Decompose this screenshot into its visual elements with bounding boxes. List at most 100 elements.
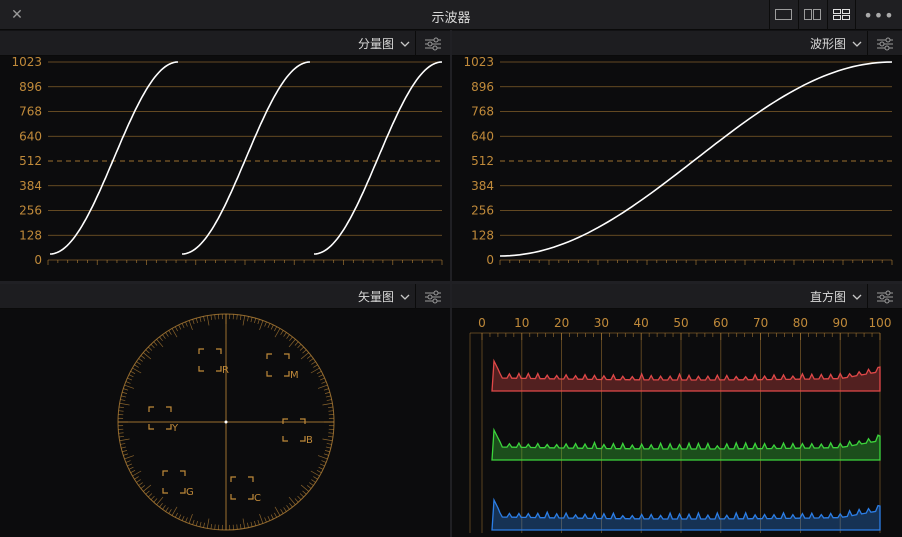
vectorscope-tick	[321, 381, 327, 384]
vectorscope-tick	[286, 505, 290, 510]
histogram-red-channel	[491, 358, 881, 392]
vectorscope-tick	[121, 395, 127, 398]
vectorscope-tick	[138, 482, 143, 486]
vectorscope-tick	[124, 455, 135, 460]
vectorscope-tick	[214, 314, 216, 320]
vectorscope-tick	[136, 361, 141, 365]
more-options-button[interactable]: •••	[855, 0, 902, 30]
parade-mode-label: 分量图	[357, 37, 394, 51]
quad-view-icon	[833, 9, 850, 20]
histogram-settings-button[interactable]	[867, 284, 902, 309]
parade-y-tick-label: 256	[19, 204, 42, 218]
histogram-x-tick-label: 100	[869, 316, 892, 330]
waveform-y-tick-label: 640	[471, 129, 494, 143]
vectorscope-tick	[310, 367, 320, 374]
vectorscope-tick	[327, 406, 333, 409]
vectorscope-tick	[127, 463, 133, 467]
dual-view-button[interactable]	[798, 0, 827, 30]
vectorscope-tick	[254, 520, 257, 526]
vectorscope-tick	[150, 495, 155, 500]
vectorscope-tick	[270, 514, 274, 520]
vectorscope-tick	[316, 370, 322, 374]
vectorscope-tick	[289, 336, 293, 342]
vectorscope-panel-header: 矢量图	[0, 284, 450, 309]
histogram-scope: 0 10 20 30 40 50 60 70 80 90 100	[469, 316, 892, 533]
vectorscope-tick	[257, 319, 260, 325]
vectorscope-tick	[192, 319, 195, 325]
vectorscope-tick	[274, 506, 281, 516]
waveform-mode-select[interactable]: 波形图	[810, 35, 862, 52]
waveform-y-tick-label: 768	[471, 105, 494, 119]
vectorscope-settings-button[interactable]	[415, 284, 450, 309]
parade-y-tick-label: 896	[19, 80, 42, 94]
quad-view-button[interactable]	[827, 0, 856, 30]
vectorscope-tick	[122, 450, 128, 453]
vectorscope-tick	[317, 455, 328, 460]
vectorscope-tick	[185, 517, 188, 523]
chevron-down-icon	[400, 41, 410, 47]
vectorscope-tick	[326, 443, 332, 445]
vectorscope-tick	[236, 314, 238, 320]
layout-switcher	[769, 0, 856, 30]
vectorscope-tick	[195, 318, 198, 324]
histogram-x-tick-label: 60	[713, 316, 728, 330]
parade-panel: 分量图 1023 896 768 640 512 384 256 128 0	[0, 31, 450, 281]
vectorscope-tick	[140, 355, 146, 359]
histogram-x-tick-label: 80	[793, 316, 808, 330]
vectorscope-tick	[274, 328, 281, 338]
vectorscope-tick	[311, 361, 316, 365]
vectorscope-tick	[214, 524, 216, 530]
vectorscope-tick	[242, 315, 246, 326]
parade-y-tick-label: 1023	[11, 56, 42, 69]
waveform-settings-button[interactable]	[867, 31, 902, 56]
vectorscope-tick	[118, 432, 124, 434]
histogram-green-channel	[491, 427, 881, 461]
vectorscope-mode-select[interactable]: 矢量图	[358, 288, 410, 305]
vectorscope-tick	[313, 364, 318, 368]
parade-trace-red	[49, 61, 179, 255]
vectorscope-tick	[306, 355, 312, 359]
vectorscope-tick	[270, 324, 274, 330]
vectorscope-tick	[325, 395, 331, 398]
vectorscope-tick	[257, 519, 260, 525]
vectorscope-tick	[316, 470, 322, 474]
vectorscope-tick	[134, 476, 139, 480]
vectorscope-tick	[306, 485, 312, 489]
vectorscope-tick	[302, 490, 307, 495]
vectorscope-tick	[168, 330, 172, 335]
vectorscope-tick	[322, 402, 333, 406]
parade-y-tick-label: 768	[19, 105, 42, 119]
parade-mode-select[interactable]: 分量图	[358, 35, 410, 52]
vectorscope-tick	[206, 315, 210, 326]
vectorscope-tick	[299, 346, 304, 351]
single-view-icon	[775, 9, 792, 20]
vectorscope-tick	[319, 377, 325, 381]
waveform-y-tick-label: 896	[471, 80, 494, 94]
vectorscope-tick	[326, 399, 332, 401]
parade-scope: 1023 896 768 640 512 384 256 128 0	[11, 56, 443, 267]
parade-settings-button[interactable]	[415, 31, 450, 56]
single-view-button[interactable]	[769, 0, 798, 30]
sliders-icon	[425, 37, 441, 50]
vectorscope-tick	[159, 336, 163, 342]
histogram-mode-select[interactable]: 直方图	[810, 288, 862, 305]
vectorscope-tick	[247, 522, 249, 528]
vectorscope-tick	[199, 317, 202, 323]
vectorscope-tick	[121, 446, 127, 449]
vectorscope-target-box	[198, 348, 222, 372]
vectorscope-mode-label: 矢量图	[357, 290, 394, 304]
vectorscope-tick	[323, 453, 329, 456]
vectorscope-tick	[130, 370, 136, 374]
vectorscope-tick	[192, 519, 195, 525]
vectorscope-tick	[324, 391, 330, 394]
vectorscope-tick	[165, 507, 169, 512]
histogram-mode-label: 直方图	[809, 290, 846, 304]
vectorscope-tick	[247, 316, 249, 322]
vectorscope-tick	[125, 460, 131, 463]
vectorscope-tick	[188, 513, 193, 524]
dual-view-icon	[804, 9, 821, 20]
vectorscope-tick	[259, 513, 264, 524]
vectorscope-tick	[318, 466, 324, 470]
vectorscope-tick	[299, 493, 304, 498]
vectorscope-tick	[122, 391, 128, 394]
